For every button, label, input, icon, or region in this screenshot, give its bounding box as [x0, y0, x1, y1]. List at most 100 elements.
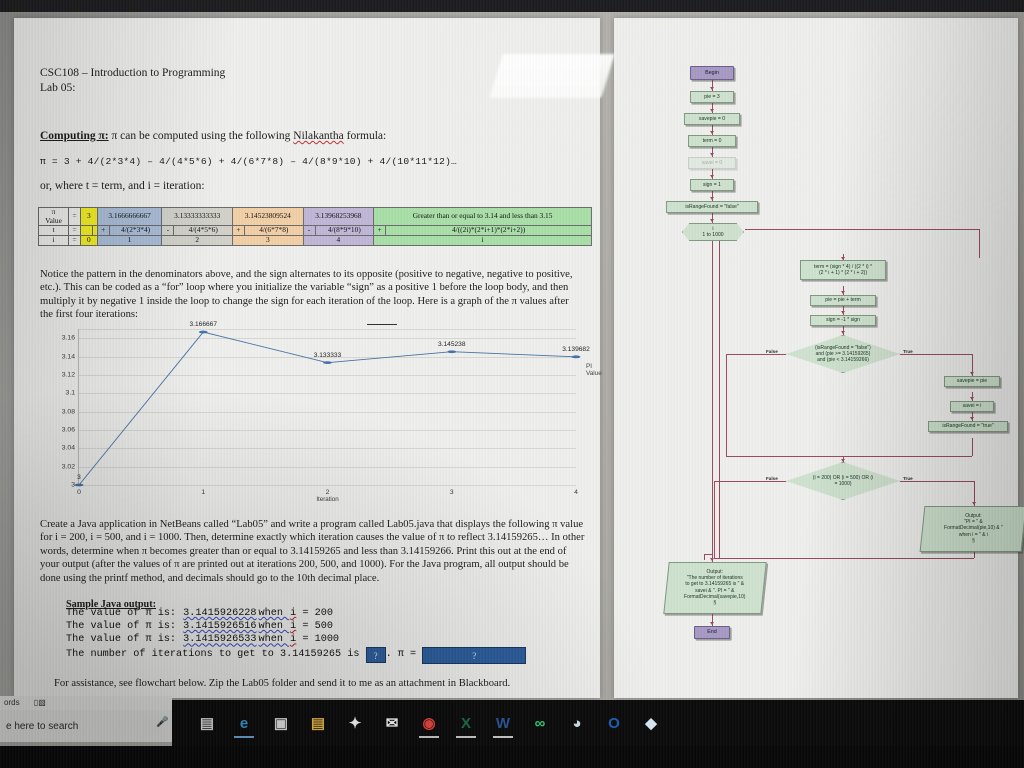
cell-pi-2: 3.13333333333 [161, 206, 234, 227]
windows-search-box[interactable]: e here to search 🎤 [0, 710, 172, 742]
iter-3: 3 [232, 235, 304, 247]
term-1: 4/(2*3*4) [108, 225, 163, 237]
microphone-icon[interactable]: 🎤 [156, 717, 168, 728]
dropbox-icon[interactable]: ✦ [338, 706, 372, 740]
windows-taskbar: ▤ e ▣ ▤ ✦ ✉ ◉ X W ∞ ◕ O ◆ [172, 700, 1024, 746]
branch-label-true-1: True [903, 349, 913, 354]
sign-4: - [302, 225, 316, 237]
sample-suffix: = 200 [296, 608, 333, 619]
term-4: 4/(8*9*10) [314, 225, 375, 237]
term-3: 4/(6*7*8) [244, 225, 304, 237]
chart-y-tick: 3.1 [65, 389, 75, 397]
flow-node-israngefound-init[interactable]: isRangeFound = "false" [666, 201, 758, 213]
arrowhead [710, 87, 714, 90]
chart-gridline [79, 485, 576, 486]
chart-x-tick: 2 [325, 489, 330, 496]
document-pane-left: CSC108 – Introduction to Programming Lab… [14, 18, 615, 698]
chart-x-axis-label: Iteration [316, 496, 339, 503]
table-row: t = + 4/(2*3*4) - 4/(4*5*6) + 4/(6*7*8) … [38, 225, 592, 237]
cell-pi-1: 3.1666666667 [96, 206, 163, 227]
chart-x-tick: 0 [77, 489, 81, 496]
chrome-icon[interactable]: ◉ [412, 706, 446, 740]
arrowhead [841, 257, 845, 260]
table-row: π Value = 3 3.1666666667 3.13333333333 3.… [38, 206, 592, 227]
chart-point-label: 3.133333 [313, 351, 342, 359]
row-label-i: i [38, 235, 69, 247]
sign-3: + [232, 225, 246, 237]
section-heading-computing-pi: Computing π: π can be computed using the… [40, 130, 386, 142]
arrowhead [710, 131, 714, 134]
flow-node-sign-init[interactable]: sign = 1 [690, 179, 734, 191]
display-settings-icon[interactable]: ▯▧ [34, 698, 46, 707]
flow-node-pie-accum[interactable]: pie = pie + term [810, 295, 876, 306]
sample-value: 3.1415926533 [183, 634, 257, 646]
pi-value-line-chart: 3 3.02 3.04 3.06 3.08 3.1 3.12 3.14 3.16 01234 3… [40, 321, 602, 511]
chart-point-label: 3.139682 [562, 345, 590, 353]
document-content: CSC108 – Introduction to Programming Lab… [14, 18, 602, 698]
arrowhead [970, 397, 974, 400]
mail-icon[interactable]: ✉ [375, 706, 409, 740]
task-view-icon[interactable]: ▤ [190, 706, 224, 740]
flow-node-term-init[interactable]: term = 0 [688, 135, 736, 147]
connector [979, 229, 980, 258]
cell-pi-4: 3.13968253968 [302, 206, 375, 227]
arrowhead [841, 311, 845, 314]
flow-node-pie-init[interactable]: pie = 3 [690, 91, 734, 103]
chart-x-tick: 1 [201, 489, 206, 496]
edge-icon[interactable]: e [227, 706, 261, 740]
flow-node-savepie-init[interactable]: savepie = 0 [684, 113, 740, 125]
flow-node-output-pi[interactable]: Output: "PI = " & FormatDecimal(pie,10) … [919, 506, 1024, 552]
arrowhead [841, 459, 845, 462]
nilakantha-word: Nilakantha [293, 130, 344, 142]
document-pane-right: Begin pie = 3 savepie = 0 term = 0 savei… [614, 18, 1024, 698]
iter-1: 1 [96, 235, 163, 247]
nilakantha-formula: π = 3 + 4/(2*3*4) – 4/(4*5*6) + 4/(6*7*8… [40, 156, 458, 167]
connector [900, 354, 972, 355]
cell-pi-0: 3 [80, 206, 98, 227]
word-count-label: ords [4, 698, 20, 707]
lab-header: Lab 05: [40, 81, 76, 94]
branch-label-false-2: False [766, 476, 778, 481]
row-label-pi-value: π Value [38, 206, 69, 227]
connector [726, 456, 972, 457]
sample-when: when [258, 621, 290, 633]
flow-node-decision-range[interactable]: (isRangeFound = "false") and (pie >= 3.1… [786, 335, 900, 373]
chart-y-tick: 3 [71, 481, 75, 489]
flowchart-diagram: Begin pie = 3 savepie = 0 term = 0 savei… [614, 18, 1024, 698]
flow-node-sign-flip[interactable]: sign = -1 * sign [810, 315, 876, 326]
flow-node-decision-print[interactable]: (i = 200) OR (i = 500) OR (i = 1000) [786, 462, 900, 500]
answer-box-iterations[interactable]: ? [365, 646, 386, 663]
screen-top-bezel [0, 0, 1024, 12]
flow-node-israngefound-true[interactable]: isRangeFound = "true" [928, 421, 1008, 432]
flow-node-savepie-assign[interactable]: savepie = pie [944, 376, 1000, 387]
file-explorer-icon[interactable]: ▤ [301, 706, 335, 740]
flow-node-savei-assign[interactable]: savei = i [950, 401, 994, 412]
media-player-icon[interactable]: ◕ [560, 706, 594, 740]
connector [900, 481, 974, 482]
outlook-icon[interactable]: O [597, 706, 631, 740]
equals-sign: = [68, 235, 81, 247]
word-icon[interactable]: W [486, 706, 520, 740]
microsoft-store-icon[interactable]: ▣ [264, 706, 298, 740]
connector [726, 354, 786, 355]
chart-point-label: 3 [77, 474, 81, 482]
connector [704, 554, 705, 560]
decision-text: (isRangeFound = "false") and (pie >= 3.1… [815, 345, 871, 363]
office-lens-icon[interactable]: ∞ [523, 706, 557, 740]
flow-node-output-summary[interactable]: Output: "The number of iterations to get… [663, 562, 767, 614]
answer-box-pi[interactable]: ? [422, 646, 527, 664]
arrowhead [972, 502, 976, 505]
flow-node-begin[interactable]: Begin [690, 66, 734, 80]
search-placeholder-text: e here to search [6, 720, 79, 732]
flow-node-term-calc[interactable]: term = (sign * 4) / ((2 * i) * (2 * i + … [800, 260, 886, 280]
table-row: i = 0 1 2 3 4 i [38, 235, 592, 247]
flow-node-end[interactable]: End [694, 626, 730, 639]
flow-node-loop[interactable]: i 1 to 1000 [682, 223, 744, 241]
excel-icon[interactable]: X [449, 706, 483, 740]
flow-node-savei-init[interactable]: savei = 0 [688, 157, 736, 169]
term-2: 4/(4*5*6) [173, 225, 234, 237]
netbeans-icon[interactable]: ◆ [634, 706, 668, 740]
assistance-note: For assistance, see flowchart below. Zip… [54, 678, 511, 689]
cell-pi-general: Greater than or equal to 3.14 and less t… [373, 206, 592, 227]
chart-plot-area: 3 3.02 3.04 3.06 3.08 3.1 3.12 3.14 3.16 01234 3… [62, 321, 602, 503]
